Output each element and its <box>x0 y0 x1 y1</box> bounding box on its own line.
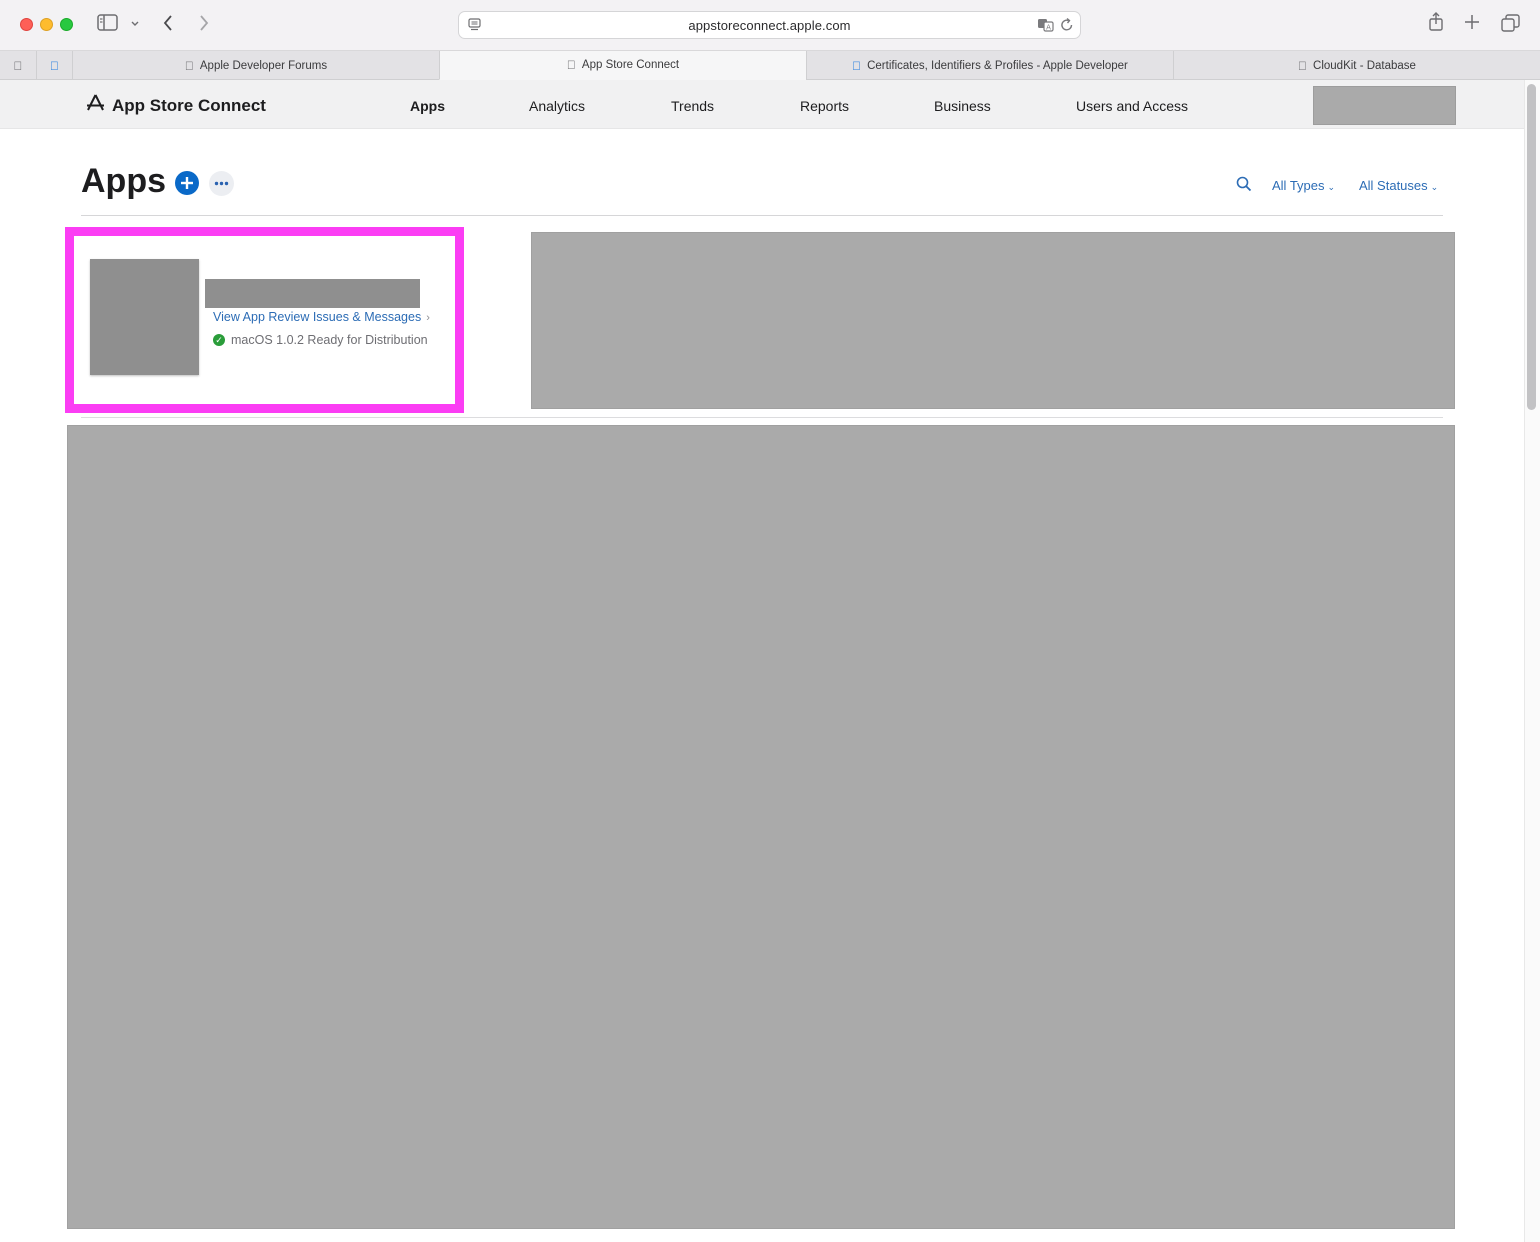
nav-reports[interactable]: Reports <box>800 98 849 114</box>
checkmark-icon: ✓ <box>213 334 225 346</box>
reload-icon[interactable] <box>1060 17 1074 38</box>
apple-logo-icon:  <box>50 59 59 73</box>
sidebar-toggle-icon[interactable] <box>97 14 118 37</box>
translate-icon[interactable]: A <box>1037 18 1055 37</box>
address-bar[interactable]: appstoreconnect.apple.com A <box>458 11 1081 39</box>
apple-logo-icon:  <box>185 59 194 73</box>
close-window-button[interactable] <box>20 18 33 31</box>
review-link-label: View App Review Issues & Messages <box>213 310 422 324</box>
brand-link[interactable]: App Store Connect <box>86 94 266 117</box>
app-list-redacted <box>67 425 1455 1229</box>
tab-label: Certificates, Identifiers & Profiles - A… <box>862 59 1128 72</box>
tab-apple-developer-forums[interactable]:  Apple Developer Forums <box>72 51 439 80</box>
share-icon[interactable] <box>1428 12 1444 38</box>
scrollbar-thumb[interactable] <box>1527 84 1536 410</box>
tab-label: App Store Connect <box>577 59 679 71</box>
tab-bar:    Apple Developer Forums  App Store… <box>0 51 1540 80</box>
pinned-tab-apple[interactable]:  <box>0 51 36 80</box>
more-options-button[interactable] <box>209 171 234 196</box>
svg-text:A: A <box>1046 24 1051 32</box>
apple-logo-icon:  <box>852 59 861 73</box>
apple-logo-icon:  <box>1298 59 1307 73</box>
filter-label: All Statuses <box>1359 178 1428 193</box>
tab-app-store-connect[interactable]:  App Store Connect <box>439 51 806 80</box>
plus-icon <box>181 177 193 189</box>
chevron-down-icon[interactable] <box>130 14 140 42</box>
tab-certificates[interactable]:  Certificates, Identifiers & Profiles -… <box>806 51 1173 80</box>
back-icon[interactable] <box>162 14 174 38</box>
ellipsis-icon <box>214 181 229 186</box>
nav-apps[interactable]: Apps <box>410 98 445 114</box>
tab-label: Apple Developer Forums <box>195 59 327 72</box>
browser-titlebar: appstoreconnect.apple.com A <box>0 0 1540 51</box>
forward-icon[interactable] <box>198 14 210 38</box>
app-name-redacted[interactable] <box>205 279 420 308</box>
apple-logo-icon:  <box>14 59 23 73</box>
nav-analytics[interactable]: Analytics <box>529 98 585 114</box>
divider <box>81 215 1443 216</box>
app-card-redacted <box>531 232 1455 409</box>
tab-label: CloudKit - Database <box>1308 59 1416 72</box>
divider <box>81 417 1443 418</box>
tab-cloudkit-database[interactable]:  CloudKit - Database <box>1173 51 1540 80</box>
zoom-window-button[interactable] <box>60 18 73 31</box>
all-statuses-filter[interactable]: All Statuses ⌄ <box>1359 178 1438 193</box>
chevron-down-icon: ⌄ <box>1327 182 1336 192</box>
add-app-button[interactable] <box>175 171 199 195</box>
all-types-filter[interactable]: All Types ⌄ <box>1272 178 1335 193</box>
app-store-connect-header: App Store Connect Apps Analytics Trends … <box>0 80 1524 129</box>
apple-logo-icon:  <box>567 58 576 72</box>
minimize-window-button[interactable] <box>40 18 53 31</box>
account-menu-redacted[interactable] <box>1313 86 1456 125</box>
nav-business[interactable]: Business <box>934 98 991 114</box>
search-icon[interactable] <box>1236 176 1252 197</box>
filter-label: All Types <box>1272 178 1325 193</box>
tab-overview-icon[interactable] <box>1501 14 1520 38</box>
nav-users-and-access[interactable]: Users and Access <box>1076 98 1188 114</box>
chevron-right-icon: › <box>426 312 430 324</box>
brand-label: App Store Connect <box>112 95 266 115</box>
app-icon-redacted[interactable] <box>90 259 199 375</box>
url-text[interactable]: appstoreconnect.apple.com <box>459 18 1080 33</box>
chevron-down-icon: ⌄ <box>1430 182 1439 192</box>
pinned-tab-developer[interactable]:  <box>36 51 72 80</box>
new-tab-icon[interactable] <box>1464 14 1480 36</box>
view-app-review-issues-link[interactable]: View App Review Issues & Messages › <box>213 310 430 324</box>
app-store-icon <box>86 94 105 117</box>
status-label: macOS 1.0.2 Ready for Distribution <box>231 333 428 347</box>
nav-trends[interactable]: Trends <box>671 98 714 114</box>
page-title: Apps <box>81 162 166 200</box>
app-status: ✓ macOS 1.0.2 Ready for Distribution <box>213 333 428 347</box>
